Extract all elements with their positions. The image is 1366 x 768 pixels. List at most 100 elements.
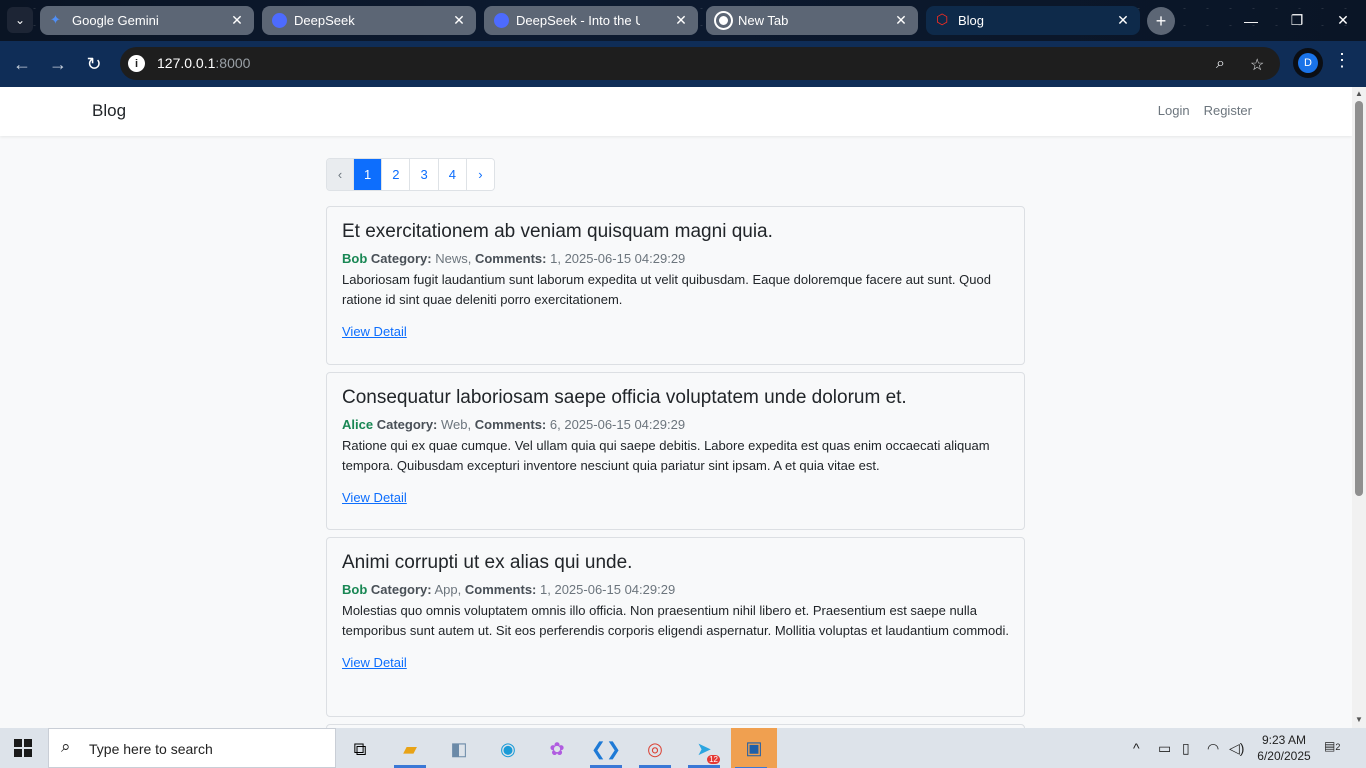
- tab-deepseek[interactable]: DeepSeek ✕: [262, 6, 476, 35]
- profile-avatar[interactable]: D: [1293, 48, 1323, 78]
- url-port: :8000: [215, 55, 251, 71]
- post-card: Consequatur laboriosam saepe officia vol…: [326, 372, 1025, 530]
- notification-count: 2: [1335, 742, 1341, 752]
- taskbar-search[interactable]: ⌕ Type here to search: [48, 728, 336, 768]
- gemini-icon: ✦: [50, 12, 61, 27]
- post-author: Alice: [342, 417, 374, 432]
- post-comments: 1, 2025-06-15 04:29:29: [540, 582, 676, 597]
- tab-search-button[interactable]: ⌄: [7, 7, 33, 33]
- app-icon[interactable]: ◧: [439, 732, 479, 766]
- post-author: Bob: [342, 582, 368, 597]
- deepseek-icon: [494, 13, 509, 28]
- post-body: Laboriosam fugit laudantium sunt laborum…: [342, 272, 991, 307]
- address-bar[interactable]: i 127.0.0.1:8000 ⌕ ☆: [120, 47, 1280, 80]
- view-detail-link[interactable]: View Detail: [342, 324, 407, 339]
- close-icon[interactable]: ✕: [450, 11, 468, 29]
- vscode-icon[interactable]: ❮❯: [586, 732, 626, 768]
- scroll-down-icon[interactable]: ▼: [1355, 715, 1363, 724]
- back-icon[interactable]: ←: [8, 50, 36, 78]
- tab-title: Blog: [958, 13, 985, 28]
- tab-deepseek-into-the-unknown[interactable]: DeepSeek - Into the Unknown ✕: [484, 6, 698, 35]
- telegram-icon[interactable]: ➤ 12: [684, 732, 724, 768]
- comments-label: Comments:: [474, 251, 547, 266]
- post-comments: 1, 2025-06-15 04:29:29: [550, 251, 686, 266]
- volume-icon[interactable]: ◁): [1229, 740, 1244, 757]
- search-icon: ⌕: [61, 737, 71, 756]
- notification-icon[interactable]: ▤2: [1324, 739, 1344, 757]
- system-clock[interactable]: 9:23 AM 6/20/2025: [1250, 732, 1318, 764]
- laravel-icon: ⬡: [936, 11, 949, 27]
- task-view-icon[interactable]: ⧉: [340, 732, 380, 766]
- scroll-up-icon[interactable]: ▲: [1355, 89, 1363, 98]
- tab-google-gemini[interactable]: ✦ Google Gemini ✕: [40, 6, 254, 35]
- browser-toolbar: ← → ↻ i 127.0.0.1:8000 ⌕ ☆: [0, 41, 1366, 87]
- restore-button[interactable]: ❐: [1274, 0, 1320, 41]
- post-meta: Alice Category: Web, Comments: 6, 2025-0…: [342, 417, 1009, 432]
- url-text: 127.0.0.1:8000: [157, 55, 250, 71]
- minimize-button[interactable]: —: [1228, 0, 1274, 41]
- auth-links: Login Register: [1158, 103, 1252, 118]
- pagination-page-2[interactable]: 2: [382, 159, 411, 190]
- post-title: Animi corrupti ut ex alias qui unde.: [342, 552, 633, 573]
- pagination-page-4[interactable]: 4: [438, 159, 467, 190]
- post-category: App,: [434, 582, 462, 597]
- reload-icon[interactable]: ↻: [80, 50, 108, 78]
- scrollbar-thumb[interactable]: [1355, 101, 1363, 496]
- windows-start-icon[interactable]: [14, 739, 32, 757]
- edge-icon[interactable]: ◉: [488, 732, 528, 766]
- site-info-icon[interactable]: i: [128, 55, 145, 72]
- close-icon[interactable]: ✕: [892, 11, 910, 29]
- close-window-button[interactable]: ✕: [1320, 0, 1366, 41]
- deepseek-icon: [272, 13, 287, 28]
- close-icon[interactable]: ✕: [228, 11, 246, 29]
- close-icon[interactable]: ✕: [672, 11, 690, 29]
- view-detail-link[interactable]: View Detail: [342, 490, 407, 505]
- close-icon[interactable]: ✕: [1114, 11, 1132, 29]
- post-card: Et exercitationem ab veniam quisquam mag…: [326, 206, 1025, 365]
- pagination-next[interactable]: ›: [466, 159, 494, 190]
- post-card: Animi corrupti ut ex alias qui unde. Bob…: [326, 537, 1025, 717]
- wifi-icon[interactable]: ◠: [1207, 740, 1219, 757]
- post-comments: 6, 2025-06-15 04:29:29: [549, 417, 686, 432]
- post-body: Molestias quo omnis voluptatem omnis ill…: [342, 603, 1009, 638]
- new-tab-button[interactable]: +: [1147, 7, 1175, 35]
- zoom-icon[interactable]: ⌕: [1216, 55, 1225, 73]
- login-link[interactable]: Login: [1158, 103, 1190, 118]
- chevron-up-icon[interactable]: ^: [1133, 740, 1140, 756]
- tab-strip: ⌄ ✦ Google Gemini ✕ DeepSeek ✕ DeepSeek …: [0, 0, 1366, 41]
- view-detail-link[interactable]: View Detail: [342, 655, 407, 670]
- meet-icon[interactable]: ▭: [1158, 740, 1171, 757]
- category-label: Category:: [370, 582, 432, 597]
- post-category: Web,: [441, 417, 472, 432]
- tab-title: DeepSeek: [294, 13, 355, 28]
- brand-link[interactable]: Blog: [92, 101, 126, 121]
- tab-title: New Tab: [738, 13, 789, 28]
- post-category: News,: [435, 251, 472, 266]
- tab-title: DeepSeek - Into the Unknown: [516, 13, 640, 28]
- pagination-prev: ‹: [327, 159, 354, 190]
- photos-icon[interactable]: ▣: [731, 728, 777, 768]
- windows-taskbar: ⌕ Type here to search ⧉ ▰ ◧ ◉ ✿ ❮❯ ◎ ➤ 12…: [0, 728, 1366, 768]
- comments-label: Comments:: [474, 417, 547, 432]
- search-placeholder: Type here to search: [89, 741, 213, 757]
- copilot-icon[interactable]: ✿: [537, 732, 577, 766]
- chrome-icon[interactable]: ◎: [635, 732, 675, 768]
- page-scrollbar[interactable]: ▲ ▼: [1352, 87, 1366, 728]
- pagination: ‹ 1 2 3 4 ›: [326, 158, 495, 191]
- chrome-icon: [716, 13, 731, 28]
- profile-initial: D: [1298, 53, 1318, 73]
- battery-icon[interactable]: ▯: [1182, 740, 1190, 757]
- tab-blog[interactable]: ⬡ Blog ✕: [926, 6, 1140, 35]
- tab-new-tab[interactable]: New Tab ✕: [706, 6, 918, 35]
- post-author: Bob: [342, 251, 368, 266]
- post-meta: Bob Category: News, Comments: 1, 2025-06…: [342, 251, 1009, 266]
- browser-menu-icon[interactable]: ⋮: [1333, 50, 1351, 71]
- pagination-page-3[interactable]: 3: [410, 159, 439, 190]
- register-link[interactable]: Register: [1204, 103, 1252, 118]
- forward-icon[interactable]: →: [44, 50, 72, 78]
- bookmark-star-icon[interactable]: ☆: [1250, 55, 1264, 75]
- file-explorer-icon[interactable]: ▰: [390, 732, 430, 768]
- pagination-page-1[interactable]: 1: [354, 159, 383, 190]
- post-body: Ratione qui ex quae cumque. Vel ullam qu…: [342, 438, 990, 473]
- tab-title: Google Gemini: [72, 13, 159, 28]
